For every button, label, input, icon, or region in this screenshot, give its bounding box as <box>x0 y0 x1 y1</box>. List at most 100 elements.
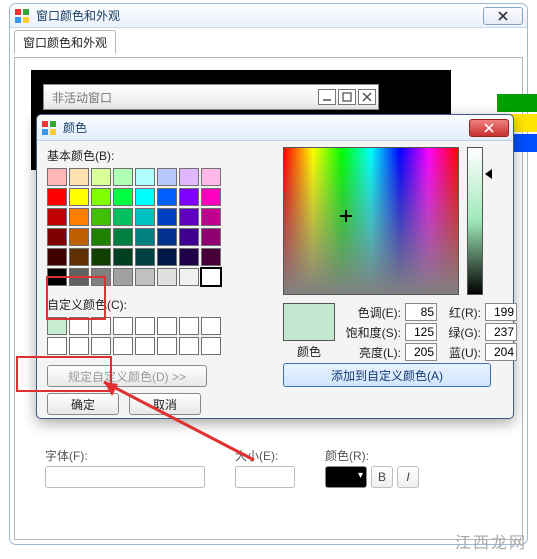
lum-input[interactable] <box>405 343 437 361</box>
size-label: 大小(E): <box>235 447 295 464</box>
custom-swatch[interactable] <box>201 317 221 335</box>
basic-swatch[interactable] <box>47 228 67 246</box>
appearance-titlebar[interactable]: 窗口颜色和外观 <box>10 4 527 28</box>
hue-label: 色调(E): <box>343 304 403 321</box>
basic-swatch[interactable] <box>91 168 111 186</box>
basic-swatch[interactable] <box>91 188 111 206</box>
close-icon <box>484 123 494 133</box>
basic-swatch[interactable] <box>47 168 67 186</box>
basic-swatch[interactable] <box>135 228 155 246</box>
basic-swatch[interactable] <box>135 208 155 226</box>
basic-swatch[interactable] <box>69 188 89 206</box>
color-label: 颜色(R): <box>325 447 419 464</box>
basic-swatch[interactable] <box>201 188 221 206</box>
luminosity-slider[interactable] <box>467 147 483 295</box>
color-dialog-titlebar[interactable]: 颜色 <box>37 115 513 141</box>
appearance-title: 窗口颜色和外观 <box>36 7 477 24</box>
basic-swatch[interactable] <box>179 248 199 266</box>
custom-swatch[interactable] <box>201 337 221 355</box>
custom-swatch[interactable] <box>113 337 133 355</box>
basic-swatch[interactable] <box>47 208 67 226</box>
preview-inactive-window: 非活动窗口 <box>43 84 379 110</box>
basic-swatch[interactable] <box>179 208 199 226</box>
basic-swatch[interactable] <box>157 228 177 246</box>
basic-swatch[interactable] <box>113 248 133 266</box>
basic-swatch[interactable] <box>69 268 89 286</box>
bold-button[interactable]: B <box>371 466 393 488</box>
red-input[interactable] <box>485 303 517 321</box>
basic-swatch[interactable] <box>113 228 133 246</box>
ok-button[interactable]: 确定 <box>47 393 119 415</box>
custom-swatch[interactable] <box>91 337 111 355</box>
custom-swatch[interactable] <box>47 337 67 355</box>
appearance-close-button[interactable] <box>483 7 523 25</box>
sat-input[interactable] <box>405 323 437 341</box>
basic-swatch[interactable] <box>135 168 155 186</box>
basic-swatch[interactable] <box>69 228 89 246</box>
hue-input[interactable] <box>405 303 437 321</box>
cancel-button[interactable]: 取消 <box>129 393 201 415</box>
basic-swatch[interactable] <box>135 188 155 206</box>
basic-swatch[interactable] <box>157 168 177 186</box>
basic-swatch[interactable] <box>179 268 199 286</box>
basic-swatch[interactable] <box>47 268 67 286</box>
basic-swatch[interactable] <box>157 208 177 226</box>
basic-swatch[interactable] <box>113 208 133 226</box>
hue-sat-picker[interactable] <box>283 147 459 295</box>
basic-swatch[interactable] <box>157 268 177 286</box>
color-dropdown[interactable] <box>325 466 367 488</box>
basic-swatch[interactable] <box>47 248 67 266</box>
custom-swatch[interactable] <box>69 317 89 335</box>
basic-swatch[interactable] <box>91 248 111 266</box>
basic-swatch[interactable] <box>113 168 133 186</box>
custom-swatch[interactable] <box>91 317 111 335</box>
basic-swatch[interactable] <box>113 268 133 286</box>
basic-swatch[interactable] <box>91 268 111 286</box>
preview-inactive-label: 非活动窗口 <box>44 89 318 106</box>
custom-swatch[interactable] <box>157 317 177 335</box>
italic-button[interactable]: I <box>397 466 419 488</box>
basic-swatch[interactable] <box>135 248 155 266</box>
basic-swatch[interactable] <box>113 188 133 206</box>
custom-swatch[interactable] <box>135 317 155 335</box>
basic-swatch[interactable] <box>69 168 89 186</box>
basic-swatch[interactable] <box>157 248 177 266</box>
size-input[interactable] <box>235 466 295 488</box>
custom-swatch[interactable] <box>157 337 177 355</box>
custom-swatch[interactable] <box>69 337 89 355</box>
basic-swatch[interactable] <box>179 228 199 246</box>
color-preview-label: 颜色 <box>297 343 321 360</box>
basic-swatch[interactable] <box>47 188 67 206</box>
color-dialog: 颜色 基本颜色(B): 自定义颜色(C): 规定自定义颜色(D) >> 确定 取… <box>36 114 514 419</box>
basic-swatch[interactable] <box>157 188 177 206</box>
tab-bar: 窗口颜色和外观 <box>10 28 527 54</box>
custom-swatch[interactable] <box>135 337 155 355</box>
basic-swatch[interactable] <box>201 268 221 286</box>
add-to-custom-button[interactable]: 添加到自定义颜色(A) <box>283 363 491 387</box>
basic-swatch[interactable] <box>201 248 221 266</box>
basic-swatch[interactable] <box>69 208 89 226</box>
basic-swatch[interactable] <box>91 228 111 246</box>
basic-swatch[interactable] <box>201 208 221 226</box>
green-input[interactable] <box>485 323 517 341</box>
font-input[interactable] <box>45 466 205 488</box>
basic-swatch[interactable] <box>179 188 199 206</box>
basic-swatch[interactable] <box>135 268 155 286</box>
custom-swatch[interactable] <box>179 317 199 335</box>
add-to-custom-label: 添加到自定义颜色(A) <box>331 367 443 384</box>
basic-swatch[interactable] <box>179 168 199 186</box>
custom-swatch[interactable] <box>113 317 133 335</box>
define-custom-button[interactable]: 规定自定义颜色(D) >> <box>47 365 207 387</box>
color-dialog-close-button[interactable] <box>469 119 509 137</box>
basic-swatch[interactable] <box>69 248 89 266</box>
basic-swatch[interactable] <box>91 208 111 226</box>
luminosity-arrow-icon <box>485 169 492 179</box>
basic-swatch[interactable] <box>201 168 221 186</box>
tab-appearance[interactable]: 窗口颜色和外观 <box>14 30 116 54</box>
custom-swatch[interactable] <box>179 337 199 355</box>
basic-swatch[interactable] <box>201 228 221 246</box>
custom-swatch[interactable] <box>47 317 67 335</box>
define-custom-label: 规定自定义颜色(D) >> <box>68 368 186 385</box>
blue-input[interactable] <box>485 343 517 361</box>
watermark: 江西龙网 <box>455 529 527 553</box>
